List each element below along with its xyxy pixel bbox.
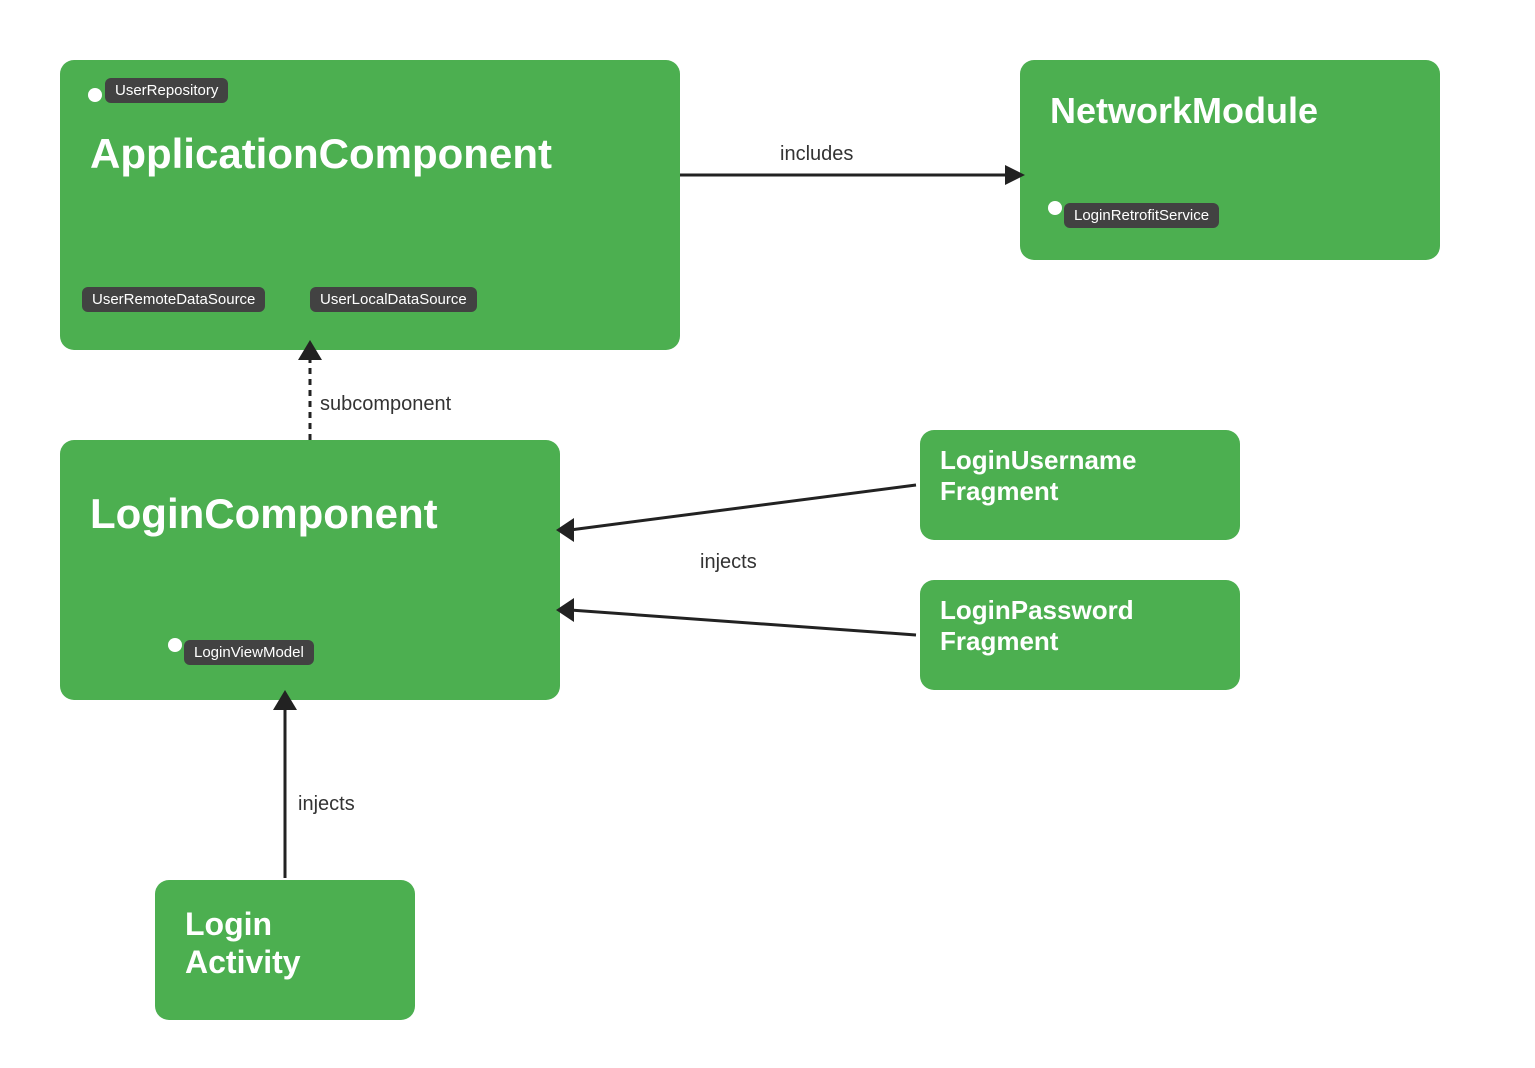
login-retrofit-service-dot <box>1048 201 1062 215</box>
user-repository-dot <box>88 88 102 102</box>
login-retrofit-service-label: LoginRetrofitService <box>1064 203 1219 228</box>
user-local-data-source-label: UserLocalDataSource <box>310 287 477 312</box>
diagram-container: UserRepository ApplicationComponent User… <box>0 0 1535 1068</box>
network-module-box: NetworkModule LoginRetrofitService <box>1020 60 1440 260</box>
injects-right-label: injects <box>700 551 757 573</box>
includes-label: includes <box>780 143 853 165</box>
login-username-fragment-title: LoginUsernameFragment <box>940 445 1137 507</box>
login-activity-box: LoginActivity <box>155 880 415 1020</box>
network-module-title: NetworkModule <box>1050 90 1318 132</box>
login-password-fragment-title: LoginPasswordFragment <box>940 595 1134 657</box>
user-remote-data-source-label: UserRemoteDataSource <box>82 287 265 312</box>
login-password-fragment-box: LoginPasswordFragment <box>920 580 1240 690</box>
login-view-model-label: LoginViewModel <box>184 640 314 665</box>
login-component-title: LoginComponent <box>90 490 438 538</box>
login-view-model-dot <box>168 638 182 652</box>
subcomponent-label: subcomponent <box>320 393 452 415</box>
application-component-title: ApplicationComponent <box>90 130 552 178</box>
login-activity-title: LoginActivity <box>185 905 301 982</box>
application-component-box: UserRepository ApplicationComponent User… <box>60 60 680 350</box>
user-repository-label: UserRepository <box>105 78 228 103</box>
login-component-box: LoginComponent LoginViewModel <box>60 440 560 700</box>
login-username-fragment-box: LoginUsernameFragment <box>920 430 1240 540</box>
injects-bottom-label: injects <box>298 793 355 815</box>
